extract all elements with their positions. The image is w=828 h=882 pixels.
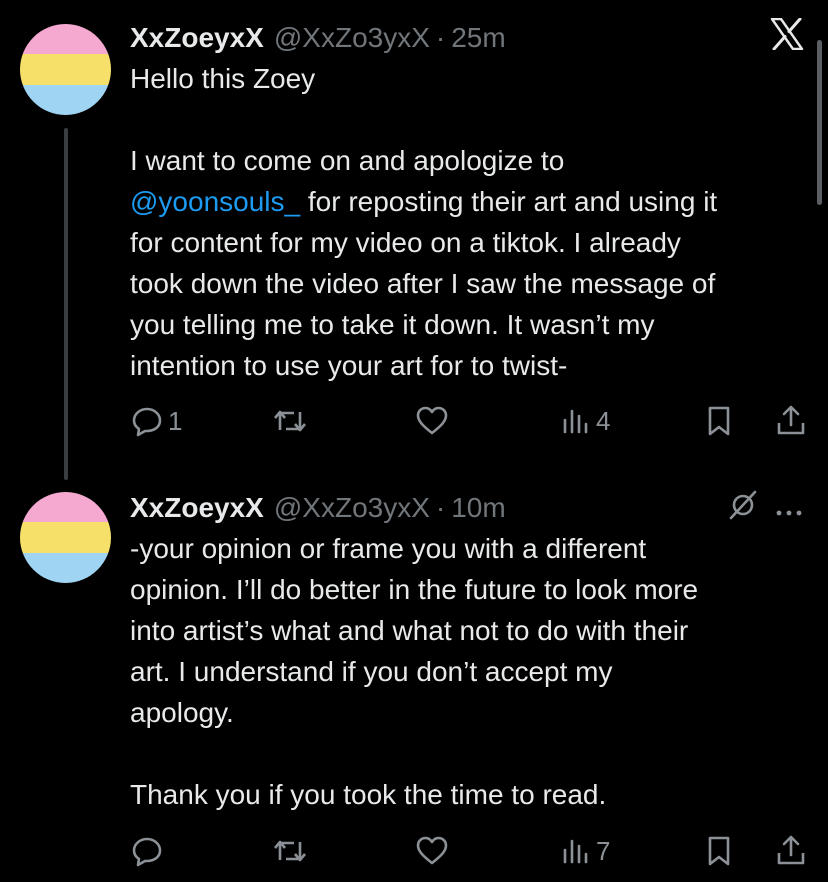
like-button[interactable]: [414, 404, 454, 438]
avatar[interactable]: [20, 24, 111, 115]
retweet-icon: [272, 404, 308, 438]
heart-icon: [414, 404, 450, 438]
views-button[interactable]: 4: [560, 404, 610, 438]
more-icon[interactable]: [774, 493, 804, 525]
views-button[interactable]: 7: [560, 834, 610, 868]
tweet[interactable]: XxZoeyxX @XxZo3yxX · 10m -your opinion o…: [0, 480, 828, 882]
tweet-content: XxZoeyxX @XxZo3yxX · 25m Hello this Zoey…: [130, 17, 804, 386]
mention-link[interactable]: @yoonsouls_: [130, 186, 300, 217]
reply-icon: [130, 834, 164, 868]
bookmark-button[interactable]: [703, 834, 735, 868]
tweet[interactable]: XxZoeyxX @XxZo3yxX · 25m Hello this Zoey…: [0, 0, 828, 470]
share-icon: [774, 834, 808, 868]
views-count: 7: [596, 835, 611, 866]
reply-icon: [130, 404, 164, 438]
tweet-actions: 7: [130, 834, 806, 874]
bookmark-icon: [703, 834, 735, 868]
tweet-text: Hello this Zoey I want to come on and ap…: [130, 58, 804, 386]
like-button[interactable]: [414, 834, 454, 868]
share-button[interactable]: [774, 404, 808, 438]
bookmark-icon: [703, 404, 735, 438]
views-icon: [560, 404, 592, 438]
reply-button[interactable]: [130, 834, 168, 868]
retweet-button[interactable]: [272, 834, 312, 868]
reply-count: 1: [168, 405, 183, 436]
tweet-text-part: Hello this Zoey I want to come on and ap…: [130, 63, 565, 176]
tweet-header: XxZoeyxX @XxZo3yxX · 10m: [130, 488, 804, 528]
grok-icon[interactable]: [726, 488, 760, 529]
heart-icon: [414, 834, 450, 868]
reply-button[interactable]: 1: [130, 404, 182, 438]
display-name[interactable]: XxZoeyxX: [130, 492, 264, 524]
separator: ·: [435, 492, 446, 523]
share-icon: [774, 404, 808, 438]
retweet-icon: [272, 834, 308, 868]
avatar[interactable]: [20, 492, 111, 583]
bookmark-button[interactable]: [703, 404, 735, 438]
tweet-header: XxZoeyxX @XxZo3yxX · 25m: [130, 17, 804, 58]
handle[interactable]: @XxZo3yxX: [274, 492, 430, 524]
tweet-actions: 1 4: [130, 404, 806, 444]
display-name[interactable]: XxZoeyxX: [130, 22, 264, 54]
share-button[interactable]: [774, 834, 808, 868]
views-count: 4: [596, 405, 611, 436]
timestamp[interactable]: 25m: [451, 22, 505, 54]
retweet-button[interactable]: [272, 404, 312, 438]
handle[interactable]: @XxZo3yxX: [274, 22, 430, 54]
tweet-content: XxZoeyxX @XxZo3yxX · 10m -your opinion o…: [130, 488, 804, 815]
separator: ·: [435, 22, 446, 53]
views-icon: [560, 834, 592, 868]
tweet-text: -your opinion or frame you with a differ…: [130, 533, 699, 810]
timestamp[interactable]: 10m: [451, 492, 505, 524]
x-logo-icon: [770, 17, 804, 57]
